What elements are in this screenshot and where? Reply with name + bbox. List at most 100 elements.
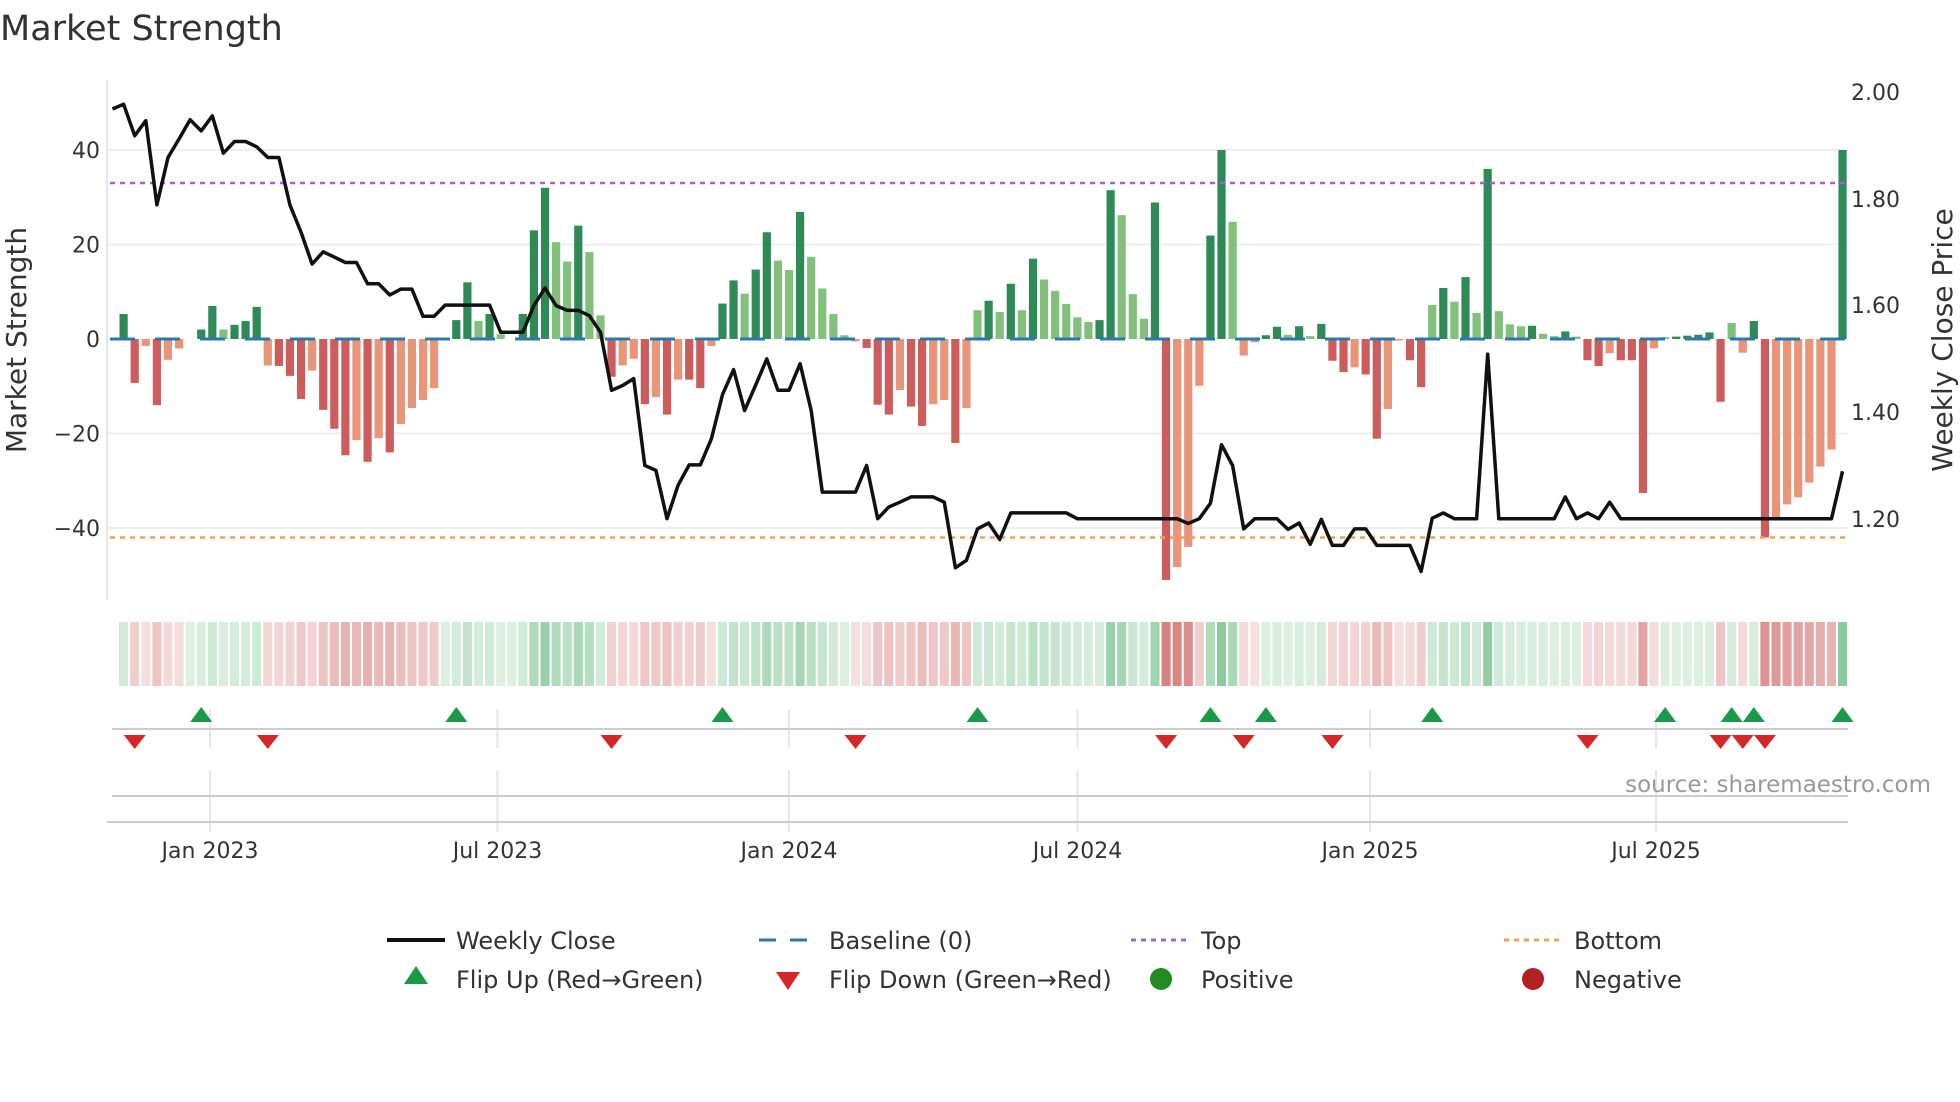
legend-weekly-close: Weekly Close xyxy=(456,927,616,955)
legend-positive: Positive xyxy=(1201,966,1294,994)
heatmap-cell xyxy=(1216,622,1227,686)
legend-flip-up: Flip Up (Red→Green) xyxy=(456,966,704,994)
x-tick-label: Jan 2024 xyxy=(739,839,838,864)
flip-up-marker xyxy=(190,707,213,722)
heatmap-cell xyxy=(1427,622,1437,686)
strength-bar xyxy=(1361,339,1370,375)
heatmap-cell xyxy=(1205,622,1215,686)
heatmap-cell xyxy=(662,622,672,686)
heatmap-cell xyxy=(1139,622,1149,686)
strength-bar xyxy=(552,242,561,339)
heatmap-cell xyxy=(252,622,262,686)
heatmap-cell xyxy=(895,622,905,686)
strength-bar xyxy=(119,313,128,339)
heatmap-cell xyxy=(351,622,362,686)
heatmap-cell xyxy=(1350,622,1360,686)
heatmap-cell xyxy=(784,622,794,686)
strength-bar xyxy=(1838,150,1847,339)
strength-bar xyxy=(252,306,261,339)
heatmap-cell xyxy=(229,622,240,686)
heatmap-cell xyxy=(1494,622,1504,686)
legend-bottom: Bottom xyxy=(1574,927,1662,955)
strength-bar xyxy=(995,312,1004,339)
strength-bar xyxy=(1527,325,1537,339)
y2-tick-label: 1.20 xyxy=(1851,508,1900,533)
heatmap-cell xyxy=(130,622,140,686)
flip-up-marker xyxy=(966,707,989,722)
strength-bar xyxy=(1594,339,1603,366)
heatmap-cell xyxy=(961,622,971,686)
heatmap-cell xyxy=(1028,622,1038,686)
strength-heatmap-strip xyxy=(119,622,1848,686)
strength-bar xyxy=(1195,339,1204,386)
heatmap-cell xyxy=(1194,622,1204,686)
strength-bar xyxy=(1062,304,1071,339)
strength-bar xyxy=(929,339,938,405)
strength-bar xyxy=(396,339,405,425)
x-tick-label: Jul 2024 xyxy=(1031,839,1123,864)
heatmap-cell xyxy=(629,622,639,686)
flip-up-triangle-icon xyxy=(404,966,428,984)
heatmap-cell xyxy=(1627,622,1637,686)
heatmap-cell xyxy=(917,622,927,686)
heatmap-cell xyxy=(1826,622,1837,686)
strength-bar xyxy=(729,280,738,339)
heatmap-cell xyxy=(451,622,461,686)
strength-bar xyxy=(1483,168,1492,339)
x-tick-label: Jul 2023 xyxy=(451,839,543,864)
heatmap-cell xyxy=(618,622,628,686)
heatmap-cell xyxy=(1527,622,1537,686)
x-tick-label: Jan 2023 xyxy=(160,839,259,864)
legend-top: Top xyxy=(1200,927,1242,955)
heatmap-cell xyxy=(1261,622,1271,686)
strength-bar xyxy=(1150,202,1160,339)
heatmap-cell xyxy=(1094,622,1105,686)
heatmap-cell xyxy=(285,622,295,686)
strength-bar xyxy=(1605,339,1614,354)
heatmap-cell xyxy=(1117,622,1127,686)
heatmap-cell xyxy=(1693,622,1703,686)
heatmap-cell xyxy=(396,622,406,686)
heatmap-cell xyxy=(1294,622,1304,686)
strength-bar xyxy=(1638,339,1648,494)
strength-bar xyxy=(285,339,295,376)
heatmap-cell xyxy=(1505,622,1515,686)
strength-bar xyxy=(1161,339,1171,580)
heatmap-cell xyxy=(1582,622,1593,686)
heatmap-cell xyxy=(1228,622,1238,686)
heatmap-cell xyxy=(1760,622,1770,686)
flip-up-marker xyxy=(1199,707,1222,722)
strength-bar xyxy=(341,339,350,456)
heatmap-cell xyxy=(119,622,129,686)
heatmap-cell xyxy=(717,622,728,686)
right-axis-ticks: 2.00 1.80 1.60 1.40 1.20 xyxy=(1851,81,1900,533)
strength-bar xyxy=(962,339,971,408)
heatmap-cell xyxy=(507,622,517,686)
strength-bar xyxy=(574,225,583,339)
flip-up-marker xyxy=(445,707,468,722)
heatmap-cell xyxy=(1560,622,1570,686)
strength-bar xyxy=(1117,215,1126,339)
strength-bar xyxy=(407,339,417,408)
y2-tick-label: 1.60 xyxy=(1851,294,1900,319)
heatmap-cell xyxy=(1305,622,1315,686)
x-tick-label: Jul 2025 xyxy=(1609,839,1701,864)
heatmap-cell xyxy=(1128,622,1138,686)
heatmap-cell xyxy=(773,622,783,686)
heatmap-cell xyxy=(1483,622,1493,686)
strength-bar xyxy=(1184,339,1193,547)
strength-bar xyxy=(951,339,960,443)
strength-bar xyxy=(784,270,794,339)
heatmap-cell xyxy=(584,622,594,686)
strength-bar xyxy=(263,339,272,366)
strength-bar xyxy=(1727,322,1736,339)
strength-bar xyxy=(418,339,428,400)
heatmap-cell xyxy=(562,622,572,686)
heatmap-cell xyxy=(806,622,816,686)
heatmap-cell xyxy=(862,622,872,686)
strength-bar xyxy=(1627,339,1636,361)
heatmap-cell xyxy=(729,622,739,686)
heatmap-cell xyxy=(1738,622,1748,686)
strength-bar xyxy=(973,310,982,339)
strength-bar xyxy=(1339,339,1348,373)
